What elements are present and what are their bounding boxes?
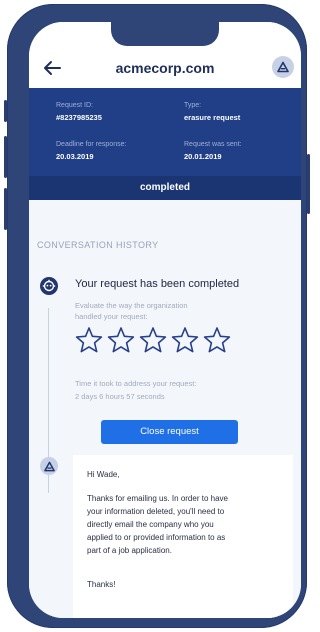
close-request-button[interactable]: Close request xyxy=(101,420,238,444)
profile-badge[interactable] xyxy=(272,56,294,78)
side-button xyxy=(4,136,7,178)
phone-frame: acmecorp.com Request ID: #8237985235 Typ… xyxy=(4,4,310,628)
side-button xyxy=(307,154,310,214)
status-bar: completed xyxy=(29,176,301,200)
completed-event-card: Your request has been completed Evaluate… xyxy=(65,266,291,444)
event-title: Your request has been completed xyxy=(75,278,240,290)
star-rating[interactable] xyxy=(75,326,231,354)
request-type-label: Type: xyxy=(184,102,202,109)
conversation-area: CONVERSATION HISTORY Your request has be… xyxy=(29,200,301,618)
request-type-value: erasure request xyxy=(184,113,241,122)
message-greeting: Hi Wade, xyxy=(87,470,120,479)
side-button xyxy=(4,100,7,122)
request-id-value: #8237985235 xyxy=(56,113,102,122)
side-button xyxy=(4,188,7,230)
deadline-label: Deadline for response: xyxy=(56,141,127,148)
time-value: 2 days 6 hours 57 seconds xyxy=(75,392,165,401)
evaluate-text: Evaluate the way the organization xyxy=(75,301,188,310)
message-line: directly email the company who you xyxy=(87,520,214,529)
request-id-label: Request ID: xyxy=(56,102,93,109)
star-icon[interactable] xyxy=(203,326,231,354)
message-card: Hi Wade, Thanks for emailing us. In orde… xyxy=(73,455,293,618)
message-closing: Thanks! xyxy=(87,580,116,589)
site-title: acmecorp.com xyxy=(115,60,215,76)
request-info-panel: Request ID: #8237985235 Type: erasure re… xyxy=(29,88,301,176)
shield-triangle-icon xyxy=(277,61,289,73)
star-icon[interactable] xyxy=(107,326,135,354)
phone-screen: acmecorp.com Request ID: #8237985235 Typ… xyxy=(29,22,301,618)
message-line: applied to or provided information to as xyxy=(87,533,226,542)
evaluate-text: handled your request: xyxy=(75,312,148,321)
section-title: CONVERSATION HISTORY xyxy=(37,240,159,250)
message-line: Thanks for emailing us. In order to have xyxy=(87,494,228,503)
robot-icon xyxy=(40,277,58,295)
star-icon[interactable] xyxy=(171,326,199,354)
message-line: part of a job application. xyxy=(87,546,172,555)
shield-triangle-icon xyxy=(43,461,55,471)
notch xyxy=(111,22,219,46)
star-icon[interactable] xyxy=(139,326,167,354)
message-line: your information deleted, you'll need to xyxy=(87,507,225,516)
star-icon[interactable] xyxy=(75,326,103,354)
deadline-value: 20.03.2019 xyxy=(56,152,94,161)
time-label: Time it took to address your request: xyxy=(75,379,197,388)
sent-label: Request was sent: xyxy=(184,141,242,148)
sent-value: 20.01.2019 xyxy=(184,152,222,161)
message-sender-badge xyxy=(40,457,58,475)
